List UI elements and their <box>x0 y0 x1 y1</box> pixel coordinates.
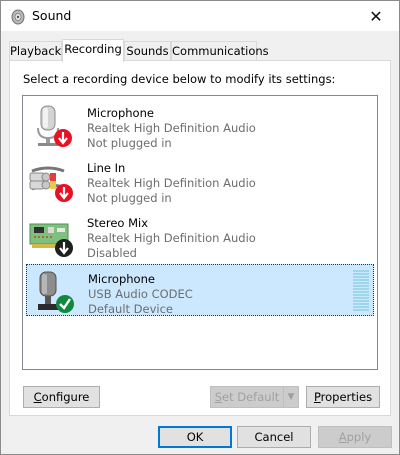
configure-label: onfigure <box>41 390 90 404</box>
sound-card-icon <box>29 223 73 257</box>
sound-dialog: Sound ✕ Playback Recording Sounds Commun… <box>0 0 400 455</box>
tab-sounds-label: Sounds <box>126 44 169 58</box>
window-title: Sound <box>32 8 72 23</box>
configure-button[interactable]: Configure <box>23 386 100 408</box>
set-default-dropdown[interactable]: ▼ <box>283 386 299 408</box>
close-button[interactable]: ✕ <box>353 1 399 31</box>
configure-accel: C <box>33 390 42 404</box>
tab-recording-label: Recording <box>64 42 122 56</box>
level-meter <box>353 270 369 312</box>
device-item-stereo-mix[interactable]: Stereo Mix Realtek High Definition Audio… <box>26 209 374 261</box>
device-driver: Realtek High Definition Audio <box>87 121 256 135</box>
apply-label: pply <box>346 430 372 444</box>
device-name: Microphone <box>87 106 154 120</box>
tab-playback-label: Playback <box>10 44 62 58</box>
device-text: Stereo Mix Realtek High Definition Audio… <box>87 216 256 261</box>
tab-sounds[interactable]: Sounds <box>124 41 171 61</box>
apply-accel: A <box>338 430 347 444</box>
device-name: Microphone <box>88 272 155 286</box>
tab-playback[interactable]: Playback <box>9 41 62 61</box>
ok-label: OK <box>186 430 204 444</box>
instruction-text: Select a recording device below to modif… <box>23 72 336 86</box>
set-default-label: et Default <box>222 390 280 404</box>
device-name: Stereo Mix <box>87 216 149 230</box>
close-icon: ✕ <box>369 6 383 26</box>
cancel-button[interactable]: Cancel <box>237 426 311 448</box>
usb-microphone-icon <box>38 271 74 313</box>
line-in-cable-icon <box>29 166 73 202</box>
device-item-line-in[interactable]: Line In Realtek High Definition Audio No… <box>26 154 374 206</box>
apply-button[interactable]: Apply <box>318 426 392 448</box>
properties-label: roperties <box>320 390 373 404</box>
ok-button[interactable]: OK <box>158 426 232 448</box>
device-item-microphone-realtek[interactable]: Microphone Realtek High Definition Audio… <box>26 99 374 151</box>
device-driver: Realtek High Definition Audio <box>87 231 256 245</box>
properties-button[interactable]: Properties <box>306 386 380 408</box>
device-status: Not plugged in <box>87 136 172 150</box>
device-driver: USB Audio CODEC <box>88 287 193 301</box>
cancel-label: Cancel <box>254 430 294 444</box>
properties-accel: P <box>313 390 321 404</box>
tab-communications[interactable]: Communications <box>171 41 269 61</box>
device-text: Microphone USB Audio CODEC Default Devic… <box>88 272 193 317</box>
set-default-button[interactable]: Set Default <box>210 386 284 408</box>
device-item-microphone-usb[interactable]: Microphone USB Audio CODEC Default Devic… <box>26 264 374 316</box>
recording-panel: Select a recording device below to modif… <box>9 60 391 416</box>
device-list[interactable]: Microphone Realtek High Definition Audio… <box>22 95 378 370</box>
chevron-down-icon: ▼ <box>287 392 295 402</box>
speaker-icon <box>11 9 25 25</box>
device-text: Microphone Realtek High Definition Audio… <box>87 106 256 151</box>
device-status: Not plugged in <box>87 191 172 205</box>
device-name: Line In <box>87 161 126 175</box>
tab-communications-label: Communications <box>172 44 269 58</box>
device-text: Line In Realtek High Definition Audio No… <box>87 161 256 206</box>
device-driver: Realtek High Definition Audio <box>87 176 256 190</box>
set-default-accel: S <box>214 390 223 404</box>
device-status: Disabled <box>87 246 137 260</box>
default-device-check-badge <box>56 295 74 313</box>
device-status: Default Device <box>88 302 174 316</box>
title-bar[interactable]: Sound ✕ <box>1 1 399 31</box>
tab-recording[interactable]: Recording <box>62 39 124 62</box>
microphone-icon <box>37 105 72 147</box>
